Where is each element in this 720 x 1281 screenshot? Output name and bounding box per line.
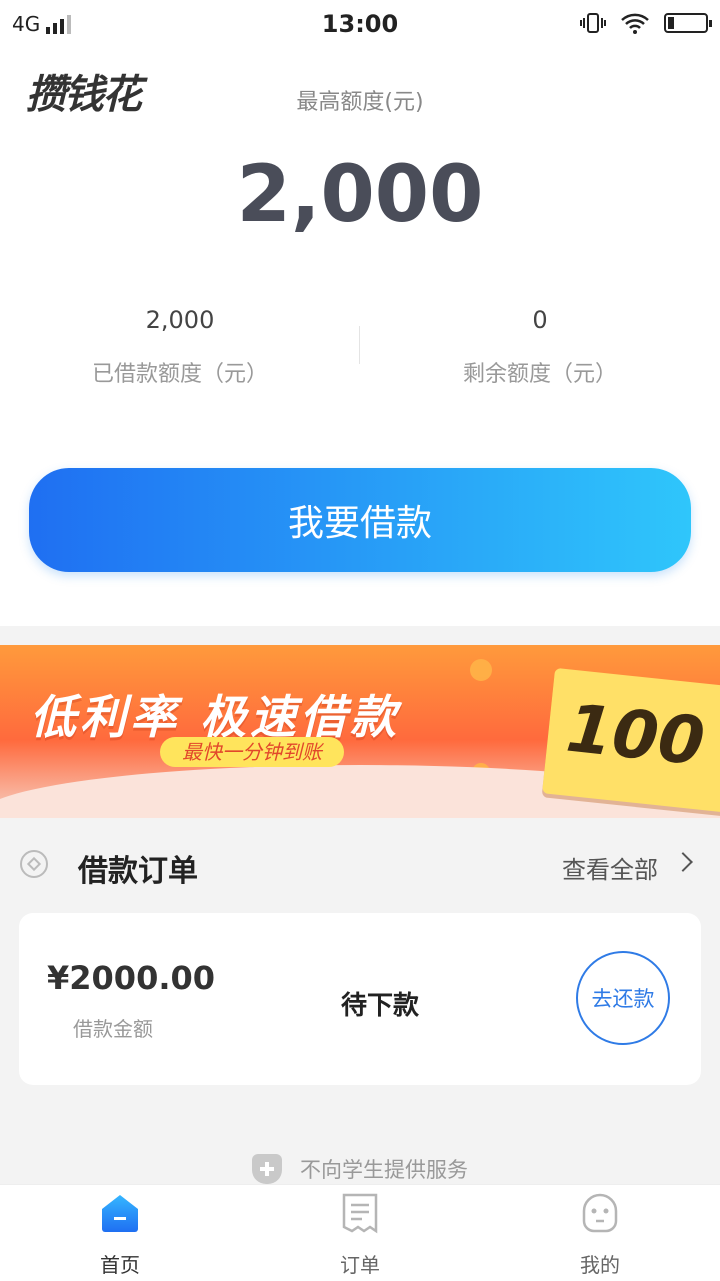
battery-icon <box>664 13 712 33</box>
banner-subline: 最快一分钟到账 <box>160 737 344 767</box>
tab-profile[interactable]: 我的 <box>480 1185 720 1281</box>
borrowed-stat: 2,000 已借款额度（元） <box>0 306 360 388</box>
banner-ticket-value: 100 <box>562 689 709 781</box>
max-limit-value: 2,000 <box>236 150 484 240</box>
repay-button[interactable]: 去还款 <box>576 951 670 1045</box>
receipt-icon <box>342 1193 378 1234</box>
order-amount-label: 借款金额 <box>73 1017 153 1041</box>
orders-header: 借款订单 查看全部 <box>0 836 720 896</box>
orders-title: 借款订单 <box>78 854 198 889</box>
borrowed-label: 已借款额度（元） <box>91 362 268 387</box>
home-icon <box>102 1195 138 1232</box>
tab-home[interactable]: 首页 <box>0 1185 240 1281</box>
promo-banner[interactable]: 低利率 极速借款 最快一分钟到账 100 <box>0 645 720 818</box>
borrow-button[interactable]: 我要借款 <box>29 468 691 572</box>
status-bar: 4G 13:00 <box>0 0 720 52</box>
max-limit-label: 最高额度(元) <box>296 90 424 115</box>
notice-text: 不向学生提供服务 <box>300 1158 468 1182</box>
profile-icon <box>582 1193 618 1233</box>
wifi-icon <box>621 13 649 34</box>
order-amount: ¥2000.00 <box>47 959 216 997</box>
tab-bar: 首页 订单 我的 <box>0 1184 720 1281</box>
remaining-value: 0 <box>532 306 548 334</box>
tab-home-label: 首页 <box>100 1253 140 1277</box>
chevron-right-icon[interactable] <box>673 852 693 872</box>
student-notice: 不向学生提供服务 <box>0 1154 720 1184</box>
banner-ticket: 100 <box>542 667 720 817</box>
order-status: 待下款 <box>341 991 420 1021</box>
tab-orders[interactable]: 订单 <box>240 1185 480 1281</box>
view-all-link[interactable]: 查看全部 <box>562 850 658 885</box>
vibrate-icon <box>580 13 606 33</box>
shield-icon <box>252 1154 282 1184</box>
remaining-stat: 0 剩余额度（元） <box>360 306 720 388</box>
order-card[interactable]: ¥2000.00 借款金额 待下款 去还款 <box>19 913 701 1085</box>
tab-profile-label: 我的 <box>580 1253 620 1277</box>
tab-orders-label: 订单 <box>340 1253 380 1277</box>
diamond-icon <box>20 850 48 878</box>
remaining-label: 剩余额度（元） <box>462 362 617 387</box>
borrowed-value: 2,000 <box>145 306 215 334</box>
